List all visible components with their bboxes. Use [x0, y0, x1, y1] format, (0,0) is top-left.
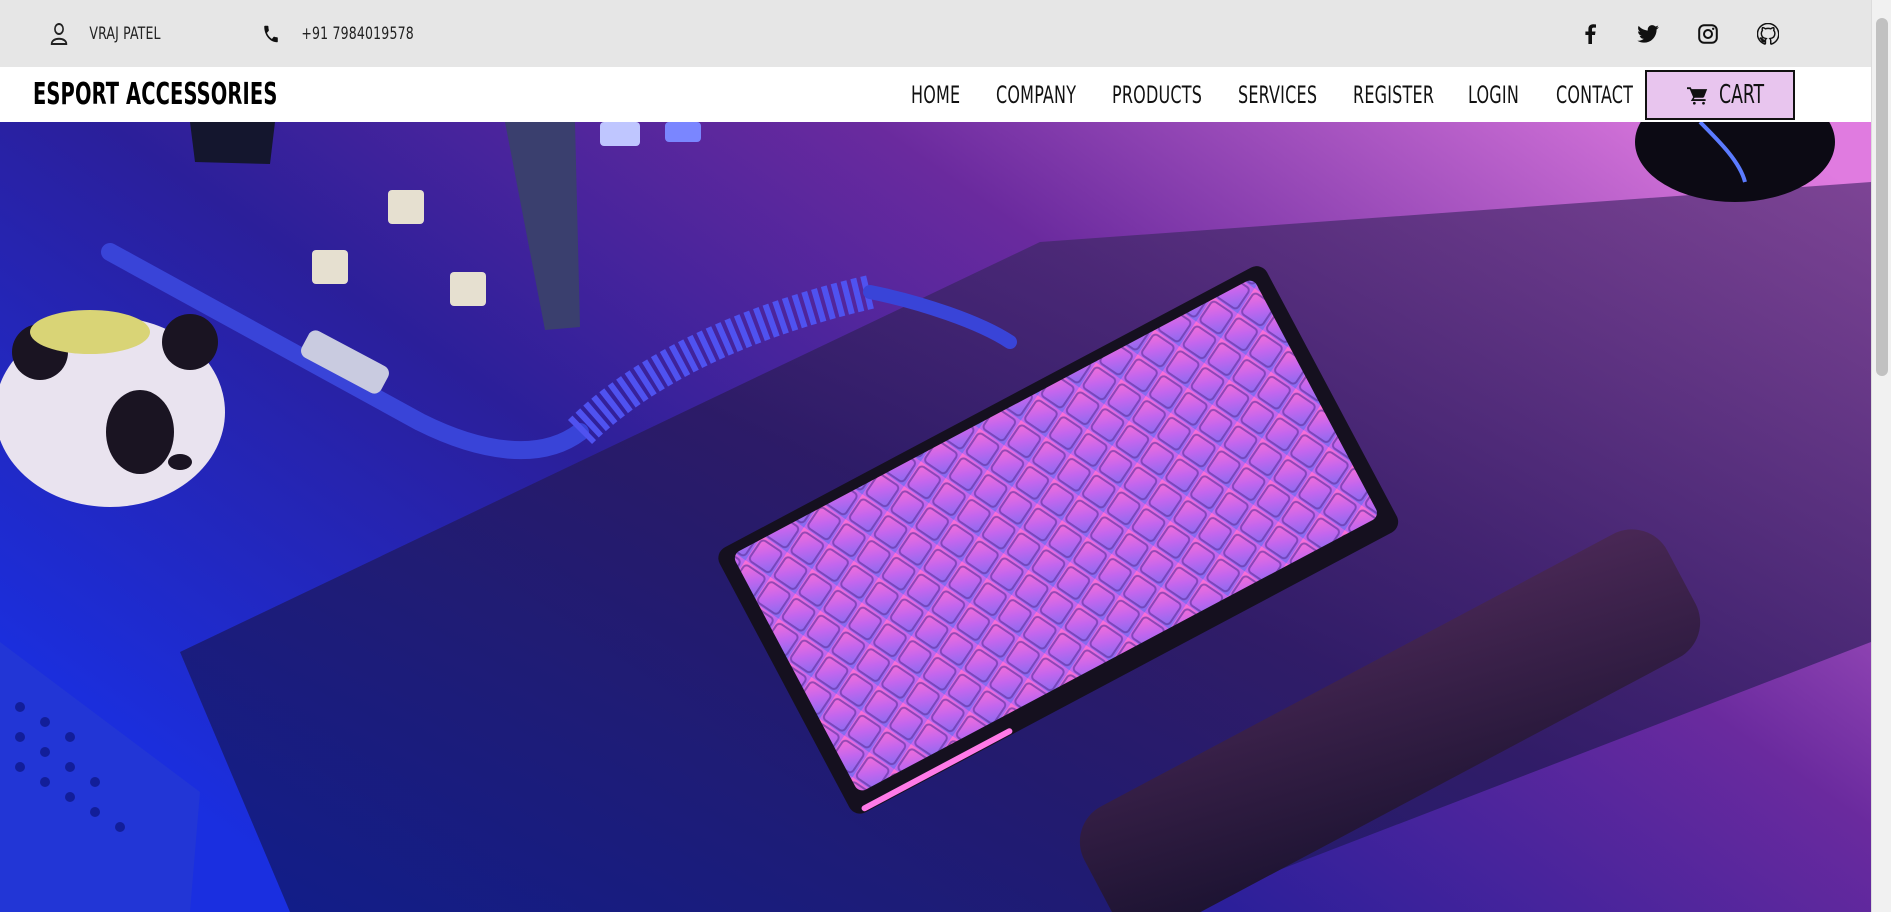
hero-image [0, 122, 1871, 912]
twitter-icon [1637, 24, 1659, 43]
nav-services[interactable]: SERVICES [1238, 67, 1317, 122]
phone-number: +91 7984019578 [301, 23, 414, 44]
scrollbar-thumb[interactable] [1876, 18, 1888, 376]
cart-label: CART [1719, 80, 1765, 110]
nav-login[interactable]: LOGIN [1468, 67, 1519, 122]
page-scrollbar[interactable] [1871, 0, 1891, 912]
facebook-link[interactable] [1575, 0, 1605, 67]
instagram-link[interactable] [1693, 0, 1723, 67]
github-link[interactable] [1753, 0, 1783, 67]
instagram-icon [1698, 23, 1718, 44]
nav-company[interactable]: COMPANY [996, 67, 1076, 122]
facebook-icon [1585, 23, 1596, 44]
user-icon [50, 22, 68, 45]
nav-contact[interactable]: CONTACT [1556, 67, 1633, 122]
nav-register[interactable]: REGISTER [1353, 67, 1434, 122]
top-info-bar: VRAJ PATEL +91 7984019578 [0, 0, 1871, 67]
phone-info[interactable]: +91 7984019578 [262, 0, 414, 67]
github-icon [1757, 22, 1779, 45]
hero-banner [0, 122, 1871, 912]
user-info[interactable]: VRAJ PATEL [50, 0, 161, 67]
cart-button[interactable]: CART [1645, 70, 1795, 120]
brand-logo[interactable]: ESPORT ACCESSORIES [33, 67, 277, 122]
cart-icon [1687, 87, 1708, 105]
phone-icon [264, 25, 278, 42]
user-name: VRAJ PATEL [89, 23, 161, 44]
main-navbar: ESPORT ACCESSORIES HOME COMPANY PRODUCTS… [0, 67, 1871, 122]
nav-products[interactable]: PRODUCTS [1112, 67, 1202, 122]
nav-home[interactable]: HOME [911, 67, 960, 122]
twitter-link[interactable] [1633, 0, 1663, 67]
